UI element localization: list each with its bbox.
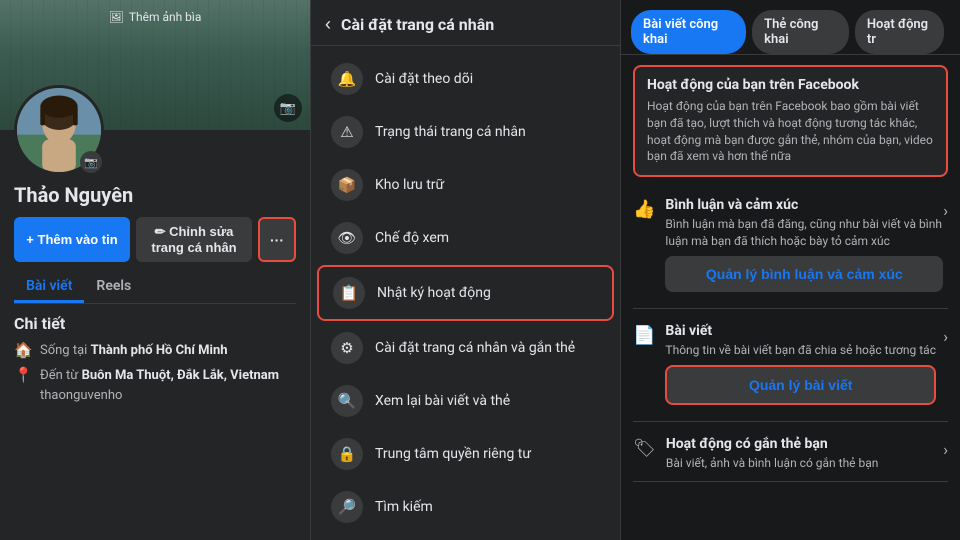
menu-icon-4: 📋 — [333, 277, 365, 309]
menu-icon-6: 🔍 — [331, 385, 363, 417]
edit-profile-button[interactable]: ✏ Chỉnh sửa trang cá nhân — [136, 217, 252, 262]
back-button[interactable]: ‹ — [325, 14, 331, 35]
section-title-0: Bình luận và cảm xúc — [665, 197, 943, 213]
add-to-story-button[interactable]: + Thêm vào tin — [14, 217, 130, 262]
left-panel: 🖼 Thêm ảnh bìa 📷 — [0, 0, 310, 540]
action-buttons: + Thêm vào tin ✏ Chỉnh sửa trang cá nhân… — [14, 217, 296, 262]
chevron-icon-1: › — [943, 327, 948, 346]
detail-home: 🏠 Sống tại Thành phố Hồ Chí Minh — [14, 341, 296, 359]
menu-item-9[interactable]: ♡ Cài đặt tưởng nhớ — [317, 534, 614, 540]
section-icon-0: 👍 — [633, 199, 655, 220]
menu-label-3: Chế độ xem — [375, 230, 449, 246]
menu-item-3[interactable]: 👁 Chế độ xem — [317, 212, 614, 264]
menu-icon-5: ⚙ — [331, 332, 363, 364]
menu-item-5[interactable]: ⚙ Cài đặt trang cá nhân và gắn thẻ — [317, 322, 614, 374]
right-tab-0[interactable]: Bài viết công khai — [631, 10, 746, 54]
details-section: Chi tiết 🏠 Sống tại Thành phố Hồ Chí Min… — [0, 314, 310, 403]
menu-label-8: Tìm kiếm — [375, 499, 433, 515]
profile-tabs: Bài viết Reels — [14, 272, 296, 304]
section-row-2: 🏷 Hoạt động có gắn thẻ bạn Bài viết, ảnh… — [633, 426, 948, 483]
manage-btn-0[interactable]: Quản lý bình luận và cảm xúc — [665, 256, 943, 292]
menu-item-4[interactable]: 📋 Nhật ký hoạt động — [317, 265, 614, 321]
right-tabs: Bài viết công khaiThẻ công khaiHoạt động… — [621, 0, 960, 55]
menu-icon-0: 🔔 — [331, 63, 363, 95]
right-section-0: 👍 Bình luận và cảm xúc Bình luận mà bạn … — [633, 187, 948, 313]
mid-menu: 🔔 Cài đặt theo dõi ⚠ Trạng thái trang cá… — [311, 46, 620, 540]
section-icon-2: 🏷 — [633, 438, 656, 459]
activity-section: Hoạt động của bạn trên Facebook Hoạt độn… — [633, 65, 948, 177]
menu-item-7[interactable]: 🔒 Trung tâm quyền riêng tư — [317, 428, 614, 480]
menu-label-1: Trạng thái trang cá nhân — [375, 124, 526, 140]
right-tab-2[interactable]: Hoạt động tr — [855, 10, 944, 54]
cover-camera-icon[interactable]: 📷 — [274, 94, 302, 122]
section-desc-2: Bài viết, ảnh và bình luận có gắn thẻ bạ… — [666, 455, 879, 472]
right-section-2: 🏷 Hoạt động có gắn thẻ bạn Bài viết, ảnh… — [633, 426, 948, 487]
section-row-1: 📄 Bài viết Thông tin về bài viết bạn đã … — [633, 313, 948, 422]
menu-item-1[interactable]: ⚠ Trạng thái trang cá nhân — [317, 106, 614, 158]
avatar-camera-icon[interactable]: 📷 — [80, 151, 102, 173]
menu-icon-8: 🔎 — [331, 491, 363, 523]
more-options-button[interactable]: ··· — [258, 217, 296, 262]
home-icon: 🏠 — [14, 341, 32, 359]
section-row-0: 👍 Bình luận và cảm xúc Bình luận mà bạn … — [633, 187, 948, 309]
menu-label-4: Nhật ký hoạt động — [377, 285, 491, 301]
middle-panel: ‹ Cài đặt trang cá nhân 🔔 Cài đặt theo d… — [310, 0, 620, 540]
section-title-1: Bài viết — [665, 323, 936, 339]
details-title: Chi tiết — [14, 314, 296, 333]
activity-title: Hoạt động của bạn trên Facebook — [647, 77, 934, 93]
profile-name: Thảo Nguyên — [14, 183, 296, 207]
activity-desc: Hoạt động của bạn trên Facebook bao gồm … — [647, 98, 934, 165]
right-section-1: 📄 Bài viết Thông tin về bài viết bạn đã … — [633, 313, 948, 426]
section-desc-0: Bình luận mà bạn đã đăng, cũng như bài v… — [665, 216, 943, 250]
menu-icon-1: ⚠ — [331, 116, 363, 148]
menu-item-0[interactable]: 🔔 Cài đặt theo dõi — [317, 53, 614, 105]
section-title-2: Hoạt động có gắn thẻ bạn — [666, 436, 879, 452]
menu-icon-3: 👁 — [331, 222, 363, 254]
menu-label-6: Xem lại bài viết và thẻ — [375, 393, 510, 409]
menu-label-0: Cài đặt theo dõi — [375, 71, 473, 87]
mid-title: Cài đặt trang cá nhân — [341, 15, 494, 34]
chevron-icon-2: › — [943, 440, 948, 459]
section-desc-1: Thông tin về bài viết bạn đã chia sẻ hoặ… — [665, 342, 936, 359]
menu-label-7: Trung tâm quyền riêng tư — [375, 446, 531, 462]
location-icon: 📍 — [14, 366, 32, 384]
menu-label-5: Cài đặt trang cá nhân và gắn thẻ — [375, 340, 575, 356]
right-tab-1[interactable]: Thẻ công khai — [752, 10, 849, 54]
menu-label-2: Kho lưu trữ — [375, 177, 444, 193]
menu-item-2[interactable]: 📦 Kho lưu trữ — [317, 159, 614, 211]
detail-from: 📍 Đến từ Buôn Ma Thuột, Đắk Lắk, Vietnam — [14, 366, 296, 384]
photo-icon: 🖼 — [109, 10, 124, 24]
right-content: Hoạt động của bạn trên Facebook Hoạt độn… — [621, 55, 960, 540]
tab-reels[interactable]: Reels — [84, 272, 143, 303]
section-icon-1: 📄 — [633, 325, 655, 346]
avatar: 📷 — [14, 85, 104, 175]
menu-item-8[interactable]: 🔎 Tìm kiếm — [317, 481, 614, 533]
chevron-icon-0: › — [943, 201, 948, 220]
menu-item-6[interactable]: 🔍 Xem lại bài viết và thẻ — [317, 375, 614, 427]
add-cover-label[interactable]: 🖼 Thêm ảnh bìa — [109, 10, 202, 24]
profile-link[interactable]: thaonguvenho — [40, 388, 296, 403]
right-sections: 👍 Bình luận và cảm xúc Bình luận mà bạn … — [633, 187, 948, 486]
manage-btn-1[interactable]: Quản lý bài viết — [665, 365, 936, 405]
menu-icon-2: 📦 — [331, 169, 363, 201]
mid-header: ‹ Cài đặt trang cá nhân — [311, 0, 620, 46]
right-panel: Bài viết công khaiThẻ công khaiHoạt động… — [620, 0, 960, 540]
menu-icon-7: 🔒 — [331, 438, 363, 470]
tab-posts[interactable]: Bài viết — [14, 272, 84, 303]
